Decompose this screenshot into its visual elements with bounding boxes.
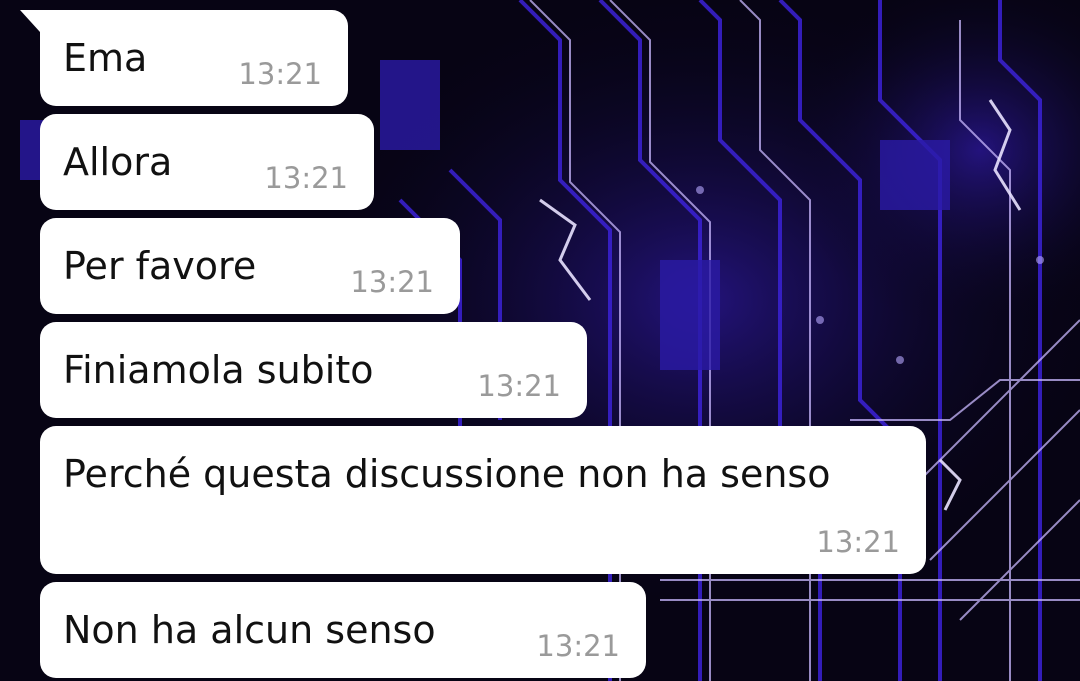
message-bubble[interactable]: Perché questa discussione non ha senso 1…	[40, 426, 926, 574]
message-text: Allora	[63, 140, 173, 184]
message-text: Non ha alcun senso	[63, 608, 436, 652]
message-bubble[interactable]: Per favore 13:21	[40, 218, 460, 314]
bubble-tail	[20, 10, 40, 32]
message-text: Perché questa discussione non ha senso	[63, 452, 831, 496]
chat-message-list: Ema 13:21 Allora 13:21 Per favore 13:21 …	[0, 0, 1080, 681]
message-text: Finiamola subito	[63, 348, 374, 392]
message-text: Ema	[63, 36, 148, 80]
message-time: 13:21	[536, 629, 620, 663]
message-bubble[interactable]: Ema 13:21	[20, 10, 348, 106]
message-time: 13:21	[477, 369, 561, 403]
message-text: Per favore	[63, 244, 257, 288]
message-time: 13:21	[264, 161, 348, 195]
message-time: 13:21	[238, 57, 322, 91]
message-time: 13:21	[350, 265, 434, 299]
message-bubble[interactable]: Finiamola subito 13:21	[40, 322, 587, 418]
message-bubble[interactable]: Allora 13:21	[40, 114, 374, 210]
message-bubble[interactable]: Non ha alcun senso 13:21	[40, 582, 646, 678]
message-time: 13:21	[816, 525, 900, 559]
